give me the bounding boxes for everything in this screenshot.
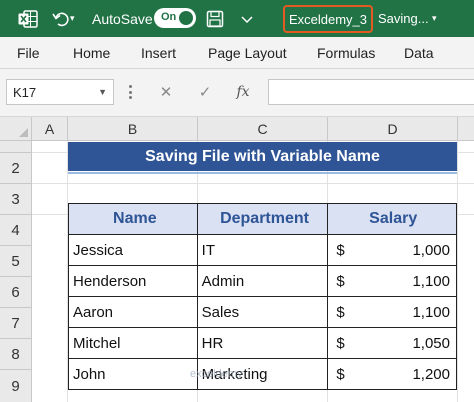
excel-logo-icon (18, 0, 40, 37)
watermark-logo: exceldemy (190, 368, 243, 380)
table-row: John Marketing $1,200 (68, 358, 457, 390)
title-bar: ▾ AutoSave On Exceldemy_3 Saving... ▾ (0, 0, 474, 37)
undo-dropdown-icon[interactable]: ▾ (70, 0, 80, 37)
column-header-c[interactable]: C (198, 117, 328, 141)
salary-value: 1,000 (412, 241, 450, 259)
salary-value: 1,100 (412, 303, 450, 321)
header-department[interactable]: Department (196, 203, 329, 235)
cell-name[interactable]: John (68, 358, 198, 390)
autosave-toggle[interactable]: On (154, 8, 196, 28)
tab-page-layout[interactable]: Page Layout (208, 37, 287, 69)
cell-name[interactable]: Henderson (68, 265, 198, 297)
row-header-1[interactable] (0, 141, 32, 153)
column-header-b[interactable]: B (68, 117, 198, 141)
worksheet-grid: A B C D 2 3 4 5 6 7 8 9 Saving File with… (0, 117, 474, 402)
tab-insert[interactable]: Insert (141, 37, 176, 69)
cell-department[interactable]: IT (196, 234, 329, 266)
insert-function-icon[interactable]: fx (232, 81, 254, 103)
table-row: Henderson Admin $1,100 (68, 265, 457, 297)
cell-salary[interactable]: $1,100 (327, 265, 457, 297)
cell-salary[interactable]: $1,200 (327, 358, 457, 390)
currency-symbol: $ (336, 334, 345, 352)
table-row: Aaron Sales $1,100 (68, 296, 457, 328)
tab-data[interactable]: Data (404, 37, 434, 69)
row-header-8[interactable]: 8 (0, 339, 32, 370)
cell-salary[interactable]: $1,050 (327, 327, 457, 359)
name-box-value: K17 (13, 84, 37, 100)
cell-department[interactable]: Sales (196, 296, 329, 328)
row-header-5[interactable]: 5 (0, 246, 32, 277)
undo-icon[interactable] (52, 0, 70, 37)
currency-symbol: $ (336, 241, 345, 259)
status-dropdown-icon[interactable]: ▾ (432, 0, 437, 37)
cell-department[interactable]: HR (196, 327, 329, 359)
row-header-3[interactable]: 3 (0, 184, 32, 215)
autosave-state: On (161, 11, 177, 23)
cancel-icon[interactable]: ✕ (155, 81, 177, 103)
currency-symbol: $ (336, 272, 345, 290)
salary-value: 1,050 (412, 334, 450, 352)
table-header-row: Name Department Salary (68, 203, 457, 235)
autosave-label: AutoSave (92, 10, 153, 27)
row-header-6[interactable]: 6 (0, 277, 32, 308)
column-header-e[interactable] (458, 117, 474, 141)
header-name[interactable]: Name (68, 203, 198, 235)
customize-quick-access-icon[interactable] (240, 0, 256, 37)
ribbon-tabs: File Home Insert Page Layout Formulas Da… (0, 37, 474, 69)
salary-value: 1,200 (412, 365, 450, 383)
row-header-9[interactable]: 9 (0, 370, 32, 402)
cell-name[interactable]: Aaron (68, 296, 198, 328)
column-header-d[interactable]: D (328, 117, 458, 141)
cell-department[interactable]: Admin (196, 265, 329, 297)
currency-symbol: $ (336, 303, 345, 321)
enter-icon[interactable]: ✓ (194, 81, 216, 103)
filename[interactable]: Exceldemy_3 (283, 5, 373, 33)
toggle-knob (179, 11, 193, 25)
row-header-4[interactable]: 4 (0, 215, 32, 246)
salary-table: Name Department Salary Jessica IT $1,000… (68, 203, 457, 390)
tab-formulas[interactable]: Formulas (317, 37, 375, 69)
cell-salary[interactable]: $1,000 (327, 234, 457, 266)
saving-status: Saving... (378, 11, 429, 26)
formula-input[interactable] (268, 79, 474, 105)
name-box-dropdown-icon[interactable]: ▼ (98, 87, 107, 97)
formula-bar: K17 ▼ ✕ ✓ fx (0, 69, 474, 117)
column-header-a[interactable]: A (32, 117, 68, 141)
cell-name[interactable]: Mitchel (68, 327, 198, 359)
save-icon[interactable] (206, 0, 226, 37)
tab-home[interactable]: Home (73, 37, 110, 69)
select-all-button[interactable] (0, 117, 32, 141)
row-header-2[interactable]: 2 (0, 153, 32, 184)
cell-name[interactable]: Jessica (68, 234, 198, 266)
name-box[interactable]: K17 ▼ (6, 79, 114, 105)
salary-value: 1,100 (412, 272, 450, 290)
table-row: Mitchel HR $1,050 (68, 327, 457, 359)
table-row: Jessica IT $1,000 (68, 234, 457, 266)
row-header-7[interactable]: 7 (0, 308, 32, 339)
header-salary[interactable]: Salary (327, 203, 457, 235)
tab-file[interactable]: File (17, 37, 40, 69)
banner-title[interactable]: Saving File with Variable Name (68, 142, 457, 171)
cell-salary[interactable]: $1,100 (327, 296, 457, 328)
currency-symbol: $ (336, 365, 345, 383)
banner-underline (68, 172, 457, 174)
formula-bar-splitter[interactable] (128, 85, 132, 99)
